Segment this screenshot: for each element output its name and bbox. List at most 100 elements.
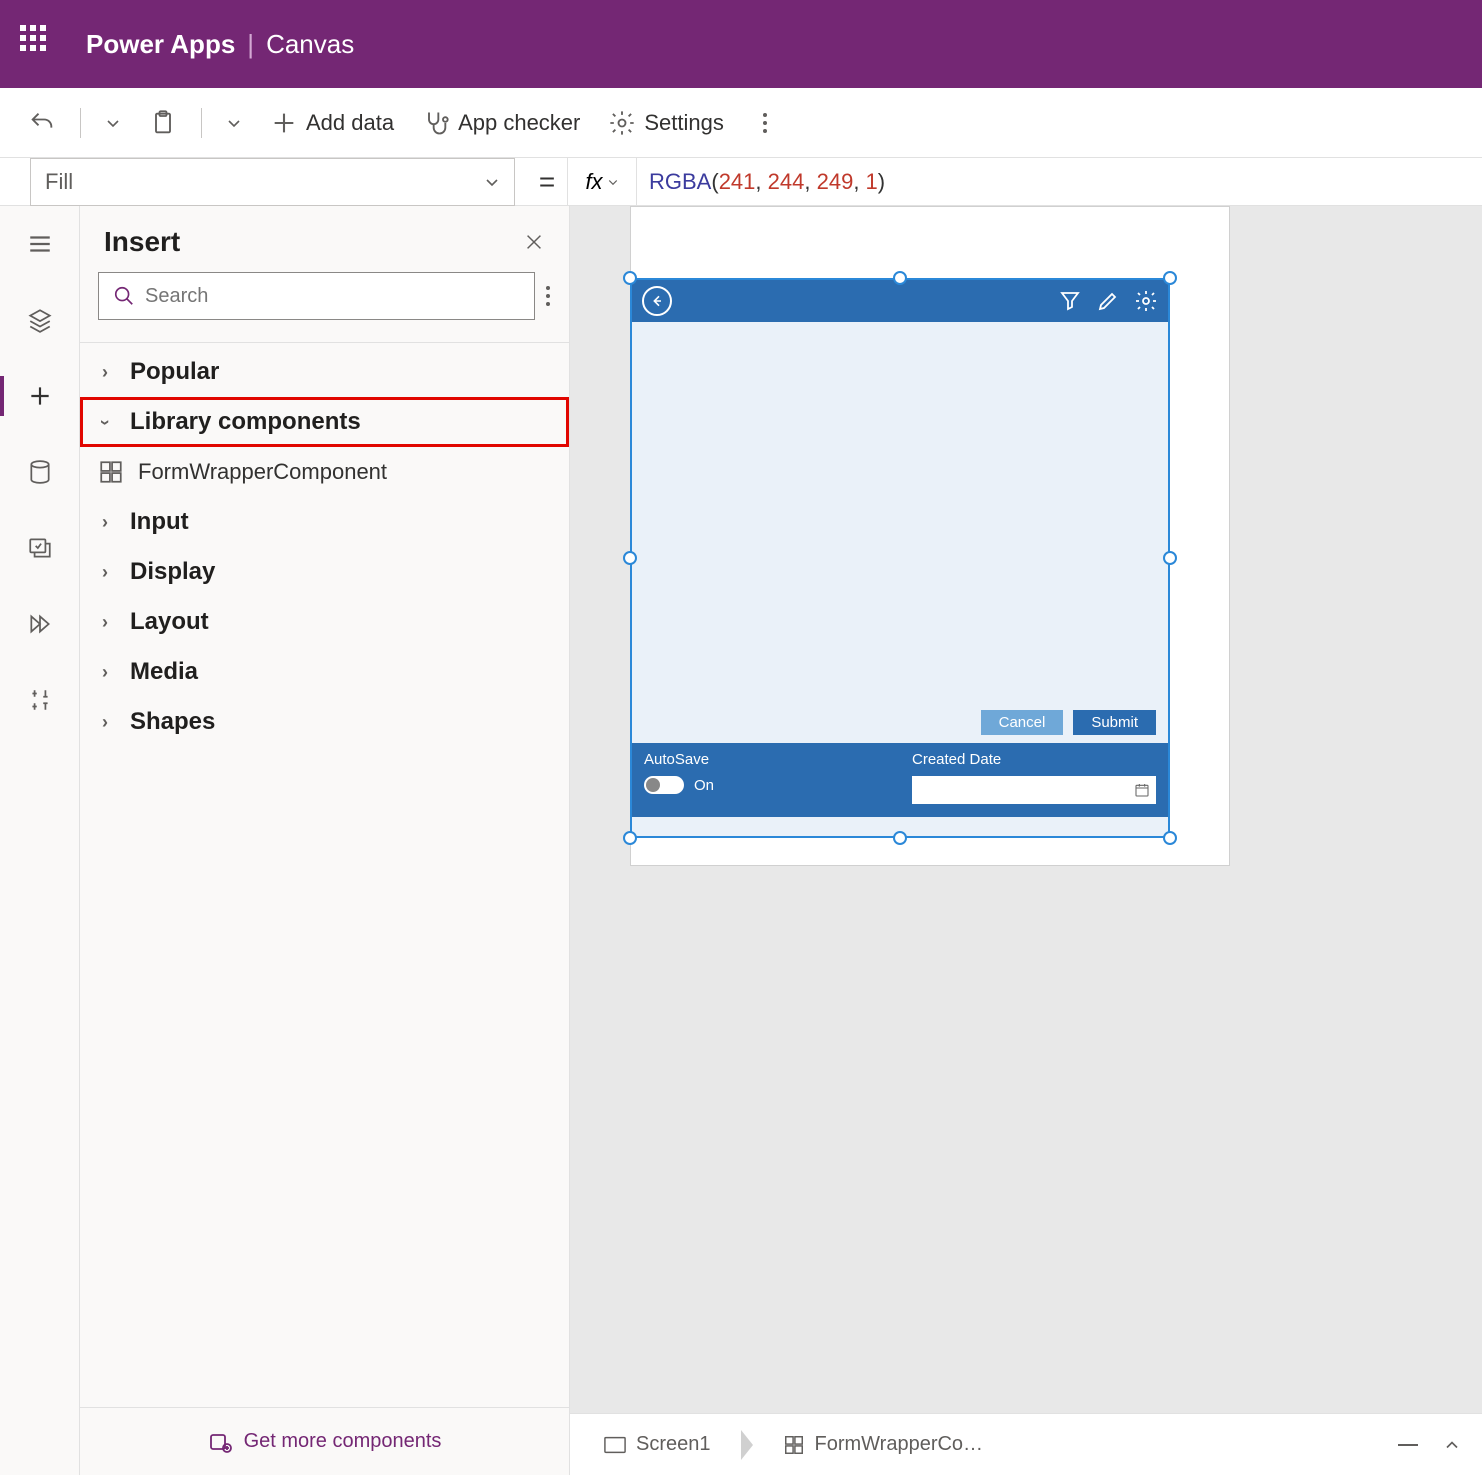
panel-close-button[interactable] bbox=[523, 231, 545, 253]
category-popular[interactable]: › Popular bbox=[80, 347, 569, 397]
crumb-screen[interactable]: Screen1 bbox=[590, 1427, 725, 1462]
crumb-label: Screen1 bbox=[636, 1433, 711, 1456]
main-area: Insert › Popular › Library components bbox=[0, 206, 1482, 1475]
gear-icon bbox=[608, 109, 636, 137]
created-date-label: Created Date bbox=[912, 751, 1156, 768]
app-checker-button[interactable]: App checker bbox=[412, 103, 590, 143]
insert-panel: Insert › Popular › Library components bbox=[80, 206, 570, 1475]
minimize-icon[interactable] bbox=[1398, 1443, 1418, 1447]
autosave-value: On bbox=[694, 777, 714, 794]
media-icon bbox=[27, 535, 53, 561]
app-checker-label: App checker bbox=[458, 110, 580, 136]
chevron-down-icon bbox=[105, 115, 121, 131]
component-icon bbox=[783, 1434, 805, 1456]
chevron-down-icon bbox=[226, 115, 242, 131]
divider bbox=[80, 108, 81, 138]
left-rail bbox=[0, 206, 80, 1475]
get-more-label: Get more components bbox=[244, 1430, 442, 1453]
hamburger-icon bbox=[27, 231, 53, 257]
paste-button[interactable] bbox=[139, 103, 187, 143]
rail-tools[interactable] bbox=[20, 680, 60, 720]
undo-icon bbox=[28, 109, 56, 137]
category-label: Media bbox=[130, 658, 198, 686]
category-label: Input bbox=[130, 508, 189, 536]
submit-button[interactable]: Submit bbox=[1073, 710, 1156, 735]
category-label: Shapes bbox=[130, 708, 215, 736]
chevron-down-icon bbox=[607, 176, 619, 188]
component-icon bbox=[98, 459, 124, 485]
rail-data[interactable] bbox=[20, 452, 60, 492]
undo-button[interactable] bbox=[18, 103, 66, 143]
chevron-right-icon: › bbox=[94, 712, 116, 733]
category-input[interactable]: › Input bbox=[80, 497, 569, 547]
more-vertical-icon bbox=[545, 284, 551, 308]
title-separator: | bbox=[247, 29, 254, 60]
category-label: Popular bbox=[130, 358, 219, 386]
chevron-up-icon[interactable] bbox=[1442, 1435, 1462, 1455]
formula-bar: Fill = fx RGBA(241, 244, 249, 1) bbox=[0, 158, 1482, 206]
crumb-separator bbox=[741, 1430, 753, 1460]
crumb-component[interactable]: FormWrapperCo… bbox=[769, 1427, 998, 1462]
rail-tree-view[interactable] bbox=[20, 300, 60, 340]
undo-split-button[interactable] bbox=[95, 109, 131, 137]
rail-insert[interactable] bbox=[20, 376, 60, 416]
tools-icon bbox=[27, 687, 53, 713]
chevron-down-icon: › bbox=[95, 411, 116, 433]
component-label: FormWrapperComponent bbox=[138, 459, 387, 485]
chevron-right-icon: › bbox=[94, 512, 116, 533]
add-data-label: Add data bbox=[306, 110, 394, 136]
app-launcher-icon[interactable] bbox=[20, 25, 58, 63]
component-body bbox=[632, 322, 1168, 702]
page-name: Canvas bbox=[266, 29, 354, 60]
autosave-toggle[interactable] bbox=[644, 776, 684, 794]
component-footer: AutoSave On Created Date bbox=[632, 743, 1168, 817]
search-input[interactable] bbox=[145, 285, 520, 308]
category-label: Layout bbox=[130, 608, 209, 636]
button-row: Cancel Submit bbox=[632, 702, 1168, 743]
property-selector[interactable]: Fill bbox=[30, 158, 515, 206]
edit-icon[interactable] bbox=[1096, 289, 1120, 313]
settings-button[interactable]: Settings bbox=[598, 103, 734, 143]
arrow-left-icon bbox=[649, 293, 665, 309]
clipboard-icon bbox=[149, 109, 177, 137]
panel-more-button[interactable] bbox=[545, 284, 551, 308]
plus-icon bbox=[27, 383, 53, 409]
search-box[interactable] bbox=[98, 272, 535, 320]
category-library-components[interactable]: › Library components bbox=[80, 397, 569, 447]
canvas[interactable]: Cancel Submit AutoSave On Created Date bbox=[570, 206, 1482, 1475]
filter-icon[interactable] bbox=[1058, 289, 1082, 313]
panel-title: Insert bbox=[104, 226, 180, 258]
overflow-button[interactable] bbox=[752, 105, 778, 141]
add-data-button[interactable]: Add data bbox=[260, 103, 404, 143]
rail-media[interactable] bbox=[20, 528, 60, 568]
category-label: Display bbox=[130, 558, 215, 586]
close-icon bbox=[523, 231, 545, 253]
category-media[interactable]: › Media bbox=[80, 647, 569, 697]
divider bbox=[201, 108, 202, 138]
component-formwrapper[interactable]: FormWrapperComponent bbox=[80, 447, 569, 497]
paste-split-button[interactable] bbox=[216, 109, 252, 137]
fx-icon: fx bbox=[585, 169, 602, 195]
fast-forward-icon bbox=[27, 611, 53, 637]
category-layout[interactable]: › Layout bbox=[80, 597, 569, 647]
rail-advanced[interactable] bbox=[20, 604, 60, 644]
gear-icon[interactable] bbox=[1134, 289, 1158, 313]
cancel-button[interactable]: Cancel bbox=[981, 710, 1064, 735]
back-button[interactable] bbox=[642, 286, 672, 316]
equals-sign: = bbox=[527, 166, 567, 198]
selected-component[interactable]: Cancel Submit AutoSave On Created Date bbox=[630, 278, 1170, 838]
form-wrapper-component: Cancel Submit AutoSave On Created Date bbox=[630, 278, 1170, 838]
fx-button[interactable]: fx bbox=[567, 158, 637, 205]
component-header bbox=[632, 280, 1168, 322]
created-date-input[interactable] bbox=[912, 776, 1156, 804]
rail-hamburger[interactable] bbox=[20, 224, 60, 264]
formula-input[interactable]: RGBA(241, 244, 249, 1) bbox=[637, 169, 1482, 195]
get-more-components-button[interactable]: Get more components bbox=[80, 1407, 569, 1475]
search-icon bbox=[113, 285, 135, 307]
title-bar: Power Apps | Canvas bbox=[0, 0, 1482, 88]
chevron-right-icon: › bbox=[94, 562, 116, 583]
category-shapes[interactable]: › Shapes bbox=[80, 697, 569, 747]
chevron-right-icon: › bbox=[94, 662, 116, 683]
property-name: Fill bbox=[45, 169, 73, 195]
category-display[interactable]: › Display bbox=[80, 547, 569, 597]
